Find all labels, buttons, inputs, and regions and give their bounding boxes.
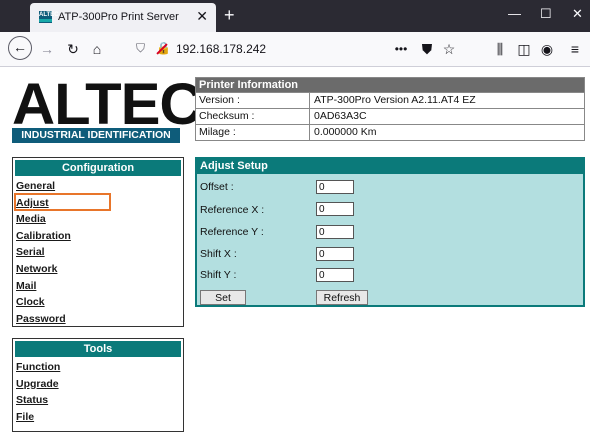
window-close-icon[interactable]: ✕ xyxy=(572,6,583,22)
printer-information-panel: Printer Information Version : ATP-300Pro… xyxy=(195,77,585,141)
logo-wordmark: ALTEC xyxy=(12,72,203,137)
back-arrow-icon[interactable]: ← xyxy=(8,36,32,60)
config-link-network[interactable]: Network xyxy=(16,262,183,279)
sidebar-icon[interactable]: ◫ xyxy=(515,41,533,57)
config-link-clock[interactable]: Clock xyxy=(16,295,183,312)
info-value: ATP-300Pro Version A2.11.AT4 EZ xyxy=(314,94,476,106)
shift-x-label: Shift X : xyxy=(200,248,237,260)
tools-panel: Tools Function Upgrade Status File xyxy=(12,338,184,432)
reload-icon[interactable]: ↻ xyxy=(64,41,82,57)
minimize-icon[interactable]: — xyxy=(508,6,521,22)
info-label: Milage : xyxy=(199,126,236,138)
page-actions-icon[interactable]: ••• xyxy=(392,41,410,57)
shift-y-label: Shift Y : xyxy=(200,269,237,281)
info-row-milage: Milage : 0.000000 Km xyxy=(196,124,584,140)
tab-close-icon[interactable]: ✕ xyxy=(196,8,208,24)
config-link-password[interactable]: Password xyxy=(16,312,183,329)
info-row-version: Version : ATP-300Pro Version A2.11.AT4 E… xyxy=(196,92,584,108)
home-icon[interactable]: ⌂ xyxy=(88,41,106,57)
configuration-panel: Configuration General Adjust Media Calib… xyxy=(12,157,184,327)
url-text[interactable]: 192.168.178.242 xyxy=(176,42,266,56)
adjust-setup-title: Adjust Setup xyxy=(197,159,583,174)
reference-x-input[interactable]: 0 xyxy=(316,202,354,216)
reference-y-label: Reference Y : xyxy=(200,226,264,238)
info-label: Version : xyxy=(199,94,240,106)
tools-link-file[interactable]: File xyxy=(16,410,183,427)
altec-favicon-icon: ALTEC xyxy=(39,11,59,23)
config-link-mail[interactable]: Mail xyxy=(16,279,183,296)
selected-item-highlight xyxy=(14,193,111,211)
tools-link-function[interactable]: Function xyxy=(16,360,183,377)
tracking-protection-shield-icon[interactable]: ⛉ xyxy=(136,41,145,56)
reference-x-label: Reference X : xyxy=(200,204,265,216)
account-icon[interactable]: ◉ xyxy=(538,41,556,57)
config-link-media[interactable]: Media xyxy=(16,212,183,229)
info-value: 0.000000 Km xyxy=(314,126,377,138)
configuration-title: Configuration xyxy=(15,160,181,176)
info-value: 0AD63A3C xyxy=(314,110,367,122)
reference-y-input[interactable]: 0 xyxy=(316,225,354,239)
offset-input[interactable]: 0 xyxy=(316,180,354,194)
config-link-serial[interactable]: Serial xyxy=(16,245,183,262)
menu-icon[interactable]: ≡ xyxy=(566,41,584,57)
altec-logo: ALTEC INDUSTRIAL IDENTIFICATION xyxy=(12,76,203,143)
shift-y-input[interactable]: 0 xyxy=(316,268,354,282)
maximize-icon[interactable]: ☐ xyxy=(540,6,552,22)
tools-link-status[interactable]: Status xyxy=(16,393,183,410)
bookmark-star-icon[interactable]: ☆ xyxy=(440,41,458,57)
offset-label: Offset : xyxy=(200,181,234,193)
shift-x-input[interactable]: 0 xyxy=(316,247,354,261)
new-tab-icon[interactable]: + xyxy=(224,5,235,25)
forward-arrow-icon[interactable]: → xyxy=(38,41,56,57)
browser-tab[interactable]: ALTEC ATP-300Pro Print Server ✕ xyxy=(30,3,216,32)
adjust-setup-panel: Adjust Setup Offset : 0 Reference X : 0 … xyxy=(195,157,585,307)
library-icon[interactable]: ⫼ xyxy=(491,41,509,57)
tab-title: ATP-300Pro Print Server xyxy=(58,11,179,23)
browser-tab-bar: ALTEC ATP-300Pro Print Server ✕ + — ☐ ✕ xyxy=(0,0,590,32)
browser-nav-bar: ← → ↻ ⌂ ⛉ 🔒 192.168.178.242 ••• ⛊ ☆ ⫼ ◫ … xyxy=(0,32,590,67)
refresh-button[interactable]: Refresh xyxy=(316,290,368,305)
tools-title: Tools xyxy=(15,341,181,357)
printer-information-title: Printer Information xyxy=(196,78,584,92)
config-link-calibration[interactable]: Calibration xyxy=(16,229,183,246)
info-row-checksum: Checksum : 0AD63A3C xyxy=(196,108,584,124)
set-button[interactable]: Set xyxy=(200,290,246,305)
pocket-icon[interactable]: ⛊ xyxy=(418,41,436,57)
info-label: Checksum : xyxy=(199,110,255,122)
insecure-lock-icon[interactable]: 🔒 xyxy=(156,41,171,55)
tools-link-upgrade[interactable]: Upgrade xyxy=(16,377,183,394)
